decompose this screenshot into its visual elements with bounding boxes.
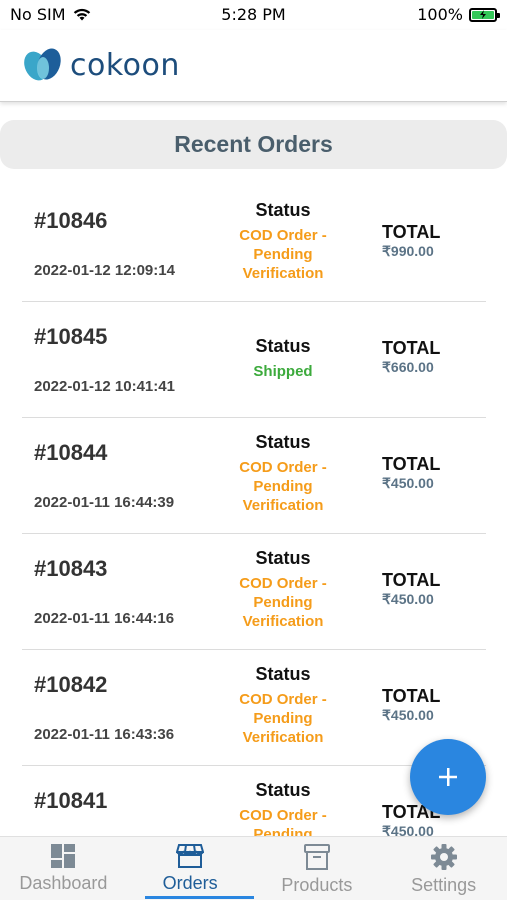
tab-label: Orders	[162, 873, 218, 893]
order-status: Status COD Order - Pending	[220, 780, 346, 844]
order-date: 2022-01-11 16:43:36	[34, 726, 175, 743]
order-date: 2022-01-12 10:41:41	[34, 378, 175, 395]
tab-label: Products	[281, 875, 353, 895]
plus-icon	[439, 768, 457, 786]
battery-percent: 100%	[417, 5, 463, 24]
total-label: TOTAL	[382, 454, 441, 474]
order-date: 2022-01-11 16:44:39	[34, 494, 175, 511]
status-value: COD Order - Pending Verification	[239, 691, 327, 746]
logo-wordmark: cokoon	[70, 47, 180, 83]
order-row[interactable]: #10842 2022-01-11 16:43:36 Status COD Or…	[22, 650, 486, 766]
tab-settings[interactable]: Settings	[380, 837, 507, 900]
total-value: ₹450.00	[382, 707, 434, 723]
total-value: ₹450.00	[382, 591, 434, 607]
order-row[interactable]: #10843 2022-01-11 16:44:16 Status COD Or…	[22, 534, 486, 650]
order-status: Status COD Order - Pending Verification	[220, 432, 346, 515]
tab-dashboard[interactable]: Dashboard	[0, 837, 127, 900]
order-row[interactable]: #10845 2022-01-12 10:41:41 Status Shippe…	[22, 302, 486, 418]
cokoon-logo-icon	[24, 48, 61, 81]
add-order-button[interactable]	[410, 739, 486, 815]
status-label: Status	[255, 664, 311, 684]
order-id: #10845	[34, 324, 108, 349]
archive-icon	[303, 844, 330, 870]
app-header: cokoon	[0, 30, 507, 102]
order-status: Status COD Order - Pending Verification	[220, 664, 346, 747]
status-label: Status	[255, 548, 311, 568]
status-label: Status	[255, 432, 311, 452]
total-value: ₹450.00	[382, 475, 434, 491]
order-total: TOTAL ₹990.00	[382, 222, 482, 260]
status-label: Status	[255, 780, 311, 800]
order-id: #10843	[34, 556, 108, 581]
tab-orders[interactable]: Orders	[127, 837, 254, 900]
gear-icon	[430, 844, 457, 870]
order-date: 2022-01-12 12:09:14	[34, 262, 175, 279]
order-id: #10841	[34, 788, 108, 813]
order-id: #10846	[34, 208, 108, 233]
tab-products[interactable]: Products	[254, 837, 381, 900]
order-id: #10842	[34, 672, 108, 697]
status-value: Shipped	[253, 363, 313, 380]
total-value: ₹990.00	[382, 243, 434, 259]
app-logo: cokoon	[22, 46, 180, 84]
store-icon	[176, 844, 205, 868]
order-row[interactable]: #10846 2022-01-12 12:09:14 Status COD Or…	[22, 186, 486, 302]
battery-icon	[469, 7, 500, 22]
bottom-tab-bar: Dashboard Orders Products Settings	[0, 836, 507, 900]
page-title: Recent Orders	[174, 131, 333, 157]
total-value: ₹660.00	[382, 359, 434, 375]
recent-orders-heading: Recent Orders	[0, 120, 507, 169]
status-bar: No SIM 5:28 PM 100%	[0, 0, 507, 30]
order-total: TOTAL ₹450.00	[382, 570, 482, 608]
dashboard-icon	[51, 844, 76, 868]
order-total: TOTAL ₹450.00	[382, 454, 482, 492]
tab-label: Dashboard	[19, 873, 108, 893]
order-date: 2022-01-11 16:44:16	[34, 610, 175, 627]
total-label: TOTAL	[382, 570, 441, 590]
tab-label: Settings	[411, 875, 477, 895]
order-status: Status COD Order - Pending Verification	[220, 548, 346, 631]
total-label: TOTAL	[382, 338, 441, 358]
status-value: COD Order - Pending Verification	[239, 227, 327, 282]
status-value: COD Order - Pending Verification	[239, 575, 327, 630]
status-bar-right: 100%	[417, 5, 500, 24]
order-status: Status Shipped	[220, 336, 346, 381]
order-total: TOTAL ₹660.00	[382, 338, 482, 376]
total-label: TOTAL	[382, 686, 441, 706]
order-status: Status COD Order - Pending Verification	[220, 200, 346, 283]
charging-bolt-icon	[480, 10, 486, 19]
status-label: Status	[255, 200, 311, 220]
order-row[interactable]: #10844 2022-01-11 16:44:39 Status COD Or…	[22, 418, 486, 534]
total-label: TOTAL	[382, 222, 441, 242]
order-total: TOTAL ₹450.00	[382, 686, 482, 724]
status-value: COD Order - Pending Verification	[239, 459, 327, 514]
status-label: Status	[255, 336, 311, 356]
order-id: #10844	[34, 440, 108, 465]
active-tab-indicator	[144, 896, 254, 899]
